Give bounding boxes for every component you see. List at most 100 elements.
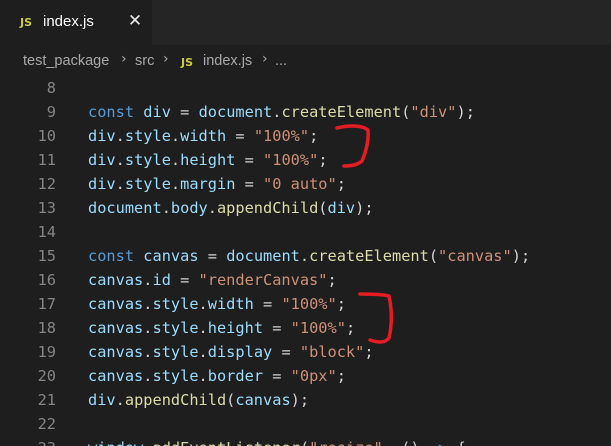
code-token: div (143, 103, 171, 121)
code-token: "canvas" (438, 247, 512, 265)
breadcrumb-item-symbols[interactable]: ... (275, 53, 287, 69)
breadcrumb-item-test-package[interactable]: test_package (23, 53, 109, 69)
code-token: id (152, 271, 171, 289)
code-token: ); (456, 103, 475, 121)
code-token: document (226, 247, 300, 265)
code-token: height (207, 319, 264, 337)
code-token: ( (428, 247, 439, 265)
code-line: 12 div.style.margin = "0 auto"; (0, 172, 611, 196)
line-number: 15 (37, 247, 56, 265)
code-token: style (152, 295, 199, 313)
code-token: border (207, 367, 264, 385)
code-token: ; (364, 343, 374, 361)
code-token: const (88, 247, 135, 265)
breadcrumb: test_package › src › JS index.js › ... (0, 45, 611, 78)
code-token: => (429, 439, 447, 446)
code-text: document.body.appendChild(div); (88, 196, 374, 220)
code-token: ; (336, 367, 346, 385)
code-line: 22 (0, 412, 611, 436)
line-number: 16 (37, 271, 56, 289)
code-token: canvas (88, 343, 144, 361)
code-line: 13 document.body.appendChild(div); (0, 196, 611, 220)
code-token: div (327, 199, 356, 217)
line-number: 22 (37, 415, 56, 433)
code-token: ; (336, 295, 346, 313)
code-token: = (170, 103, 199, 121)
chevron-right-icon: › (163, 51, 169, 67)
code-token: = (263, 319, 291, 337)
line-number: 17 (37, 295, 56, 313)
breadcrumb-item-src[interactable]: src (135, 53, 154, 69)
code-token: . (299, 247, 310, 265)
editor-tab-bar: JS index.js ✕ (0, 0, 611, 45)
code-token: margin (180, 175, 236, 193)
code-token: style (152, 319, 199, 337)
code-token: display (207, 343, 273, 361)
line-number: 9 (46, 103, 56, 121)
code-token: ); (355, 199, 374, 217)
chevron-right-icon: › (121, 51, 127, 67)
code-token: ; (345, 319, 356, 337)
code-text: const div = document.createElement("div"… (88, 100, 475, 124)
code-token: () (401, 439, 419, 446)
tab-index-js[interactable]: JS index.js ✕ (0, 0, 152, 45)
code-token: addEventListener (152, 439, 299, 446)
code-token: = (272, 343, 300, 361)
code-token: . (170, 151, 181, 169)
code-line: 14 (0, 220, 611, 244)
code-text: canvas.style.height = "100%"; (88, 316, 355, 340)
code-token: . (115, 175, 125, 193)
code-token: "resize" (309, 439, 383, 446)
code-token: = (170, 271, 199, 289)
code-token: createElement (309, 247, 429, 265)
code-line: 16 canvas.id = "renderCanvas"; (0, 268, 611, 292)
breadcrumb-item-index-js[interactable]: index.js (203, 53, 252, 69)
code-line: 20 canvas.style.border = "0px"; (0, 364, 611, 388)
code-token: createElement (281, 103, 402, 121)
code-token: . (198, 319, 208, 337)
tab-label: index.js (43, 13, 94, 30)
line-number: 21 (37, 391, 56, 409)
line-number: 23 (0, 436, 56, 446)
code-text: window.addEventListener("resize", () => … (88, 436, 466, 446)
code-line: 10 div.style.width = "100%"; (0, 124, 611, 148)
code-token: ); (511, 247, 531, 265)
line-number: 13 (37, 199, 56, 217)
code-token: = (235, 151, 264, 169)
code-token: style (124, 127, 171, 145)
code-token: "div" (410, 103, 457, 121)
code-token: . (115, 151, 125, 169)
code-token: style (152, 343, 199, 361)
code-token: . (198, 367, 208, 385)
code-token: const (88, 103, 135, 121)
code-token: . (198, 295, 208, 313)
code-line: 19 canvas.style.display = "block"; (0, 340, 611, 364)
code-token: document (88, 199, 162, 217)
line-number: 20 (37, 367, 56, 385)
code-token: ; (318, 151, 328, 169)
code-token: "100%" (253, 127, 310, 145)
code-token: . (161, 199, 171, 217)
code-token: = (226, 127, 254, 145)
code-token: appendChild (216, 199, 319, 217)
code-token: ; (327, 271, 337, 289)
code-token: ; (309, 127, 319, 145)
code-token: = (198, 247, 227, 265)
code-text: const canvas = document.createElement("c… (88, 244, 530, 268)
code-token: body (170, 199, 208, 217)
code-text: div.style.height = "100%"; (88, 148, 328, 172)
code-token: { (447, 439, 465, 446)
code-editor[interactable]: 8 9 const div = document.createElement("di… (0, 78, 611, 446)
code-token: style (124, 151, 171, 169)
code-token: . (170, 175, 181, 193)
code-token: ( (300, 439, 309, 446)
code-token: = (253, 295, 282, 313)
code-token: div (88, 127, 116, 145)
line-number: 18 (37, 319, 56, 337)
close-icon[interactable]: ✕ (126, 11, 144, 31)
code-token: appendChild (124, 391, 227, 409)
code-token: div (88, 175, 116, 193)
